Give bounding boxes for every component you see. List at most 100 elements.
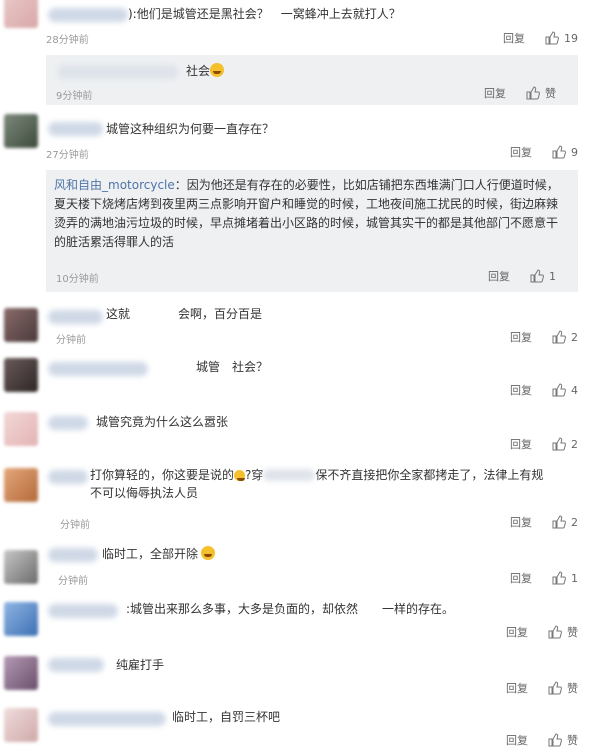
thumbs-up-icon [548,625,562,639]
thumbs-up-icon [552,383,566,397]
like-label: 赞 [567,734,578,747]
comment-6: 打你算轻的，你这要是说的 ?穿 保不齐直接把你全家都拷走了，法律上有规 不可以侮辱执… [0,460,600,536]
comment-time: 28分钟前 [46,35,89,46]
smile-emoji-icon [234,470,246,481]
thumbs-up-icon [548,733,562,747]
avatar[interactable] [4,602,38,636]
avatar[interactable] [4,114,38,148]
smile-emoji-icon [210,63,225,77]
username-blurred[interactable] [48,658,104,672]
like-button[interactable]: 9 [552,145,578,159]
avatar[interactable] [4,708,38,742]
username-blurred[interactable] [48,470,88,484]
comment-text: 城管 社会？ [196,360,269,374]
reply-button[interactable]: 回复 [510,382,532,398]
comment-actions: 回复 赞 [506,732,578,748]
username-blurred[interactable] [48,362,148,376]
comment-text: :城管出来那么多事，大多是负面的，却依然 一样的存在。 [126,602,455,616]
like-count: 19 [564,31,578,45]
comment-7: 临时工，全部开除 分钟前 回复 1 [0,538,600,594]
thumbs-up-icon [530,269,544,283]
like-button[interactable]: 19 [545,31,578,45]
sub-reply-time: 10分钟前 [56,274,99,285]
avatar[interactable] [4,550,38,584]
sub-reply-text: 风和自由_motorcycle：因为他还是有存在的必要性，比如店铺把东西堆满门口… [54,178,559,249]
avatar[interactable] [4,0,38,28]
avatar[interactable] [4,468,38,502]
comment-actions: 回复 1 [510,570,578,586]
like-label: 赞 [567,682,578,695]
reply-button[interactable]: 回复 [510,436,532,452]
like-button[interactable]: 4 [552,383,578,397]
like-button[interactable]: 赞 [548,624,578,640]
like-count: 4 [571,383,578,397]
reply-button[interactable]: 回复 [510,570,532,586]
like-label: 赞 [545,87,556,100]
like-button[interactable]: 赞 [548,732,578,748]
avatar[interactable] [4,358,38,392]
thumbs-up-icon [545,31,559,45]
reply-button[interactable]: 回复 [484,85,506,101]
reply-button[interactable]: 回复 [506,732,528,748]
username-blurred[interactable] [48,122,103,136]
reply-button[interactable]: 回复 [506,680,528,696]
comment-text: 临时工，全部开除 [102,546,216,562]
sub-reply-1: 社会 9分钟前 回复 赞 [46,55,578,105]
like-count: 2 [571,437,578,451]
like-count: 2 [571,515,578,529]
reply-button[interactable]: 回复 [510,329,532,345]
comment-9: 纯雇打手 回复 赞 [0,650,600,702]
avatar[interactable] [4,412,38,446]
sub-reply-actions: 回复 赞 [484,85,556,101]
sub-reply-2: 风和自由_motorcycle：因为他还是有存在的必要性，比如店铺把东西堆满门口… [46,170,578,292]
comment-actions: 回复 赞 [506,624,578,640]
comment-10: 临时工，自罚三杯吧 回复 赞 [0,704,600,750]
reply-button[interactable]: 回复 [510,144,532,160]
comment-actions: 回复 2 [510,436,578,452]
comment-actions: 回复 9 [510,144,578,160]
avatar[interactable] [4,308,38,342]
comment-text-line-1: 打你算轻的，你这要是说的 ?穿 保不齐直接把你全家都拷走了，法律上有规 [90,468,544,482]
username-blurred[interactable] [48,604,118,618]
username-blurred[interactable] [48,310,103,324]
reply-button[interactable]: 回复 [506,624,528,640]
comment-text: 城管这种组织为何要一直存在？ [106,122,275,136]
sub-reply-text: 社会 [186,63,225,79]
comment-1: ):他们是城管还是黑社会？ 一窝蜂冲上去就打人？ 28分钟前 回复 19 [0,0,600,50]
comment-text-line-2: 不可以侮辱执法人员 [90,486,199,500]
username-blurred[interactable] [48,416,88,430]
comment-time: 分钟前 [58,576,88,587]
username-blurred[interactable] [48,548,98,562]
thumbs-up-icon [548,681,562,695]
comment-time: 分钟前 [46,335,86,346]
comment-3: 这就 会啊，百分百是 分钟前 回复 2 [0,298,600,350]
like-count: 2 [571,330,578,344]
like-button[interactable]: 2 [552,330,578,344]
username-blurred[interactable] [48,8,128,22]
reply-button[interactable]: 回复 [510,514,532,530]
thumbs-up-icon [552,571,566,585]
thumbs-up-icon [552,145,566,159]
like-button[interactable]: 2 [552,437,578,451]
sub-reply-username[interactable]: 风和自由_motorcycle [54,178,175,192]
comment-text: ):他们是城管还是黑社会？ 一窝蜂冲上去就打人？ [128,7,401,21]
comment-5: 城管究竟为什么这么嚣张 回复 2 [0,406,600,458]
comment-text: 城管究竟为什么这么嚣张 [96,415,229,429]
comment-actions: 回复 4 [510,382,578,398]
username-blurred[interactable] [58,65,178,79]
avatar[interactable] [4,656,38,690]
like-count: 9 [571,145,578,159]
sub-reply-actions: 回复 1 [488,268,556,284]
laughing-emoji-icon [201,546,216,560]
like-button[interactable]: 2 [552,515,578,529]
like-button[interactable]: 赞 [526,85,556,101]
username-blurred[interactable] [48,712,166,726]
sub-reply-time: 9分钟前 [56,91,93,102]
like-button[interactable]: 1 [530,269,556,283]
comment-text: 这就 会啊，百分百是 [106,307,263,321]
like-button[interactable]: 1 [552,571,578,585]
reply-button[interactable]: 回复 [488,268,510,284]
reply-button[interactable]: 回复 [503,30,525,46]
comment-text: 纯雇打手 [116,658,165,672]
like-button[interactable]: 赞 [548,680,578,696]
